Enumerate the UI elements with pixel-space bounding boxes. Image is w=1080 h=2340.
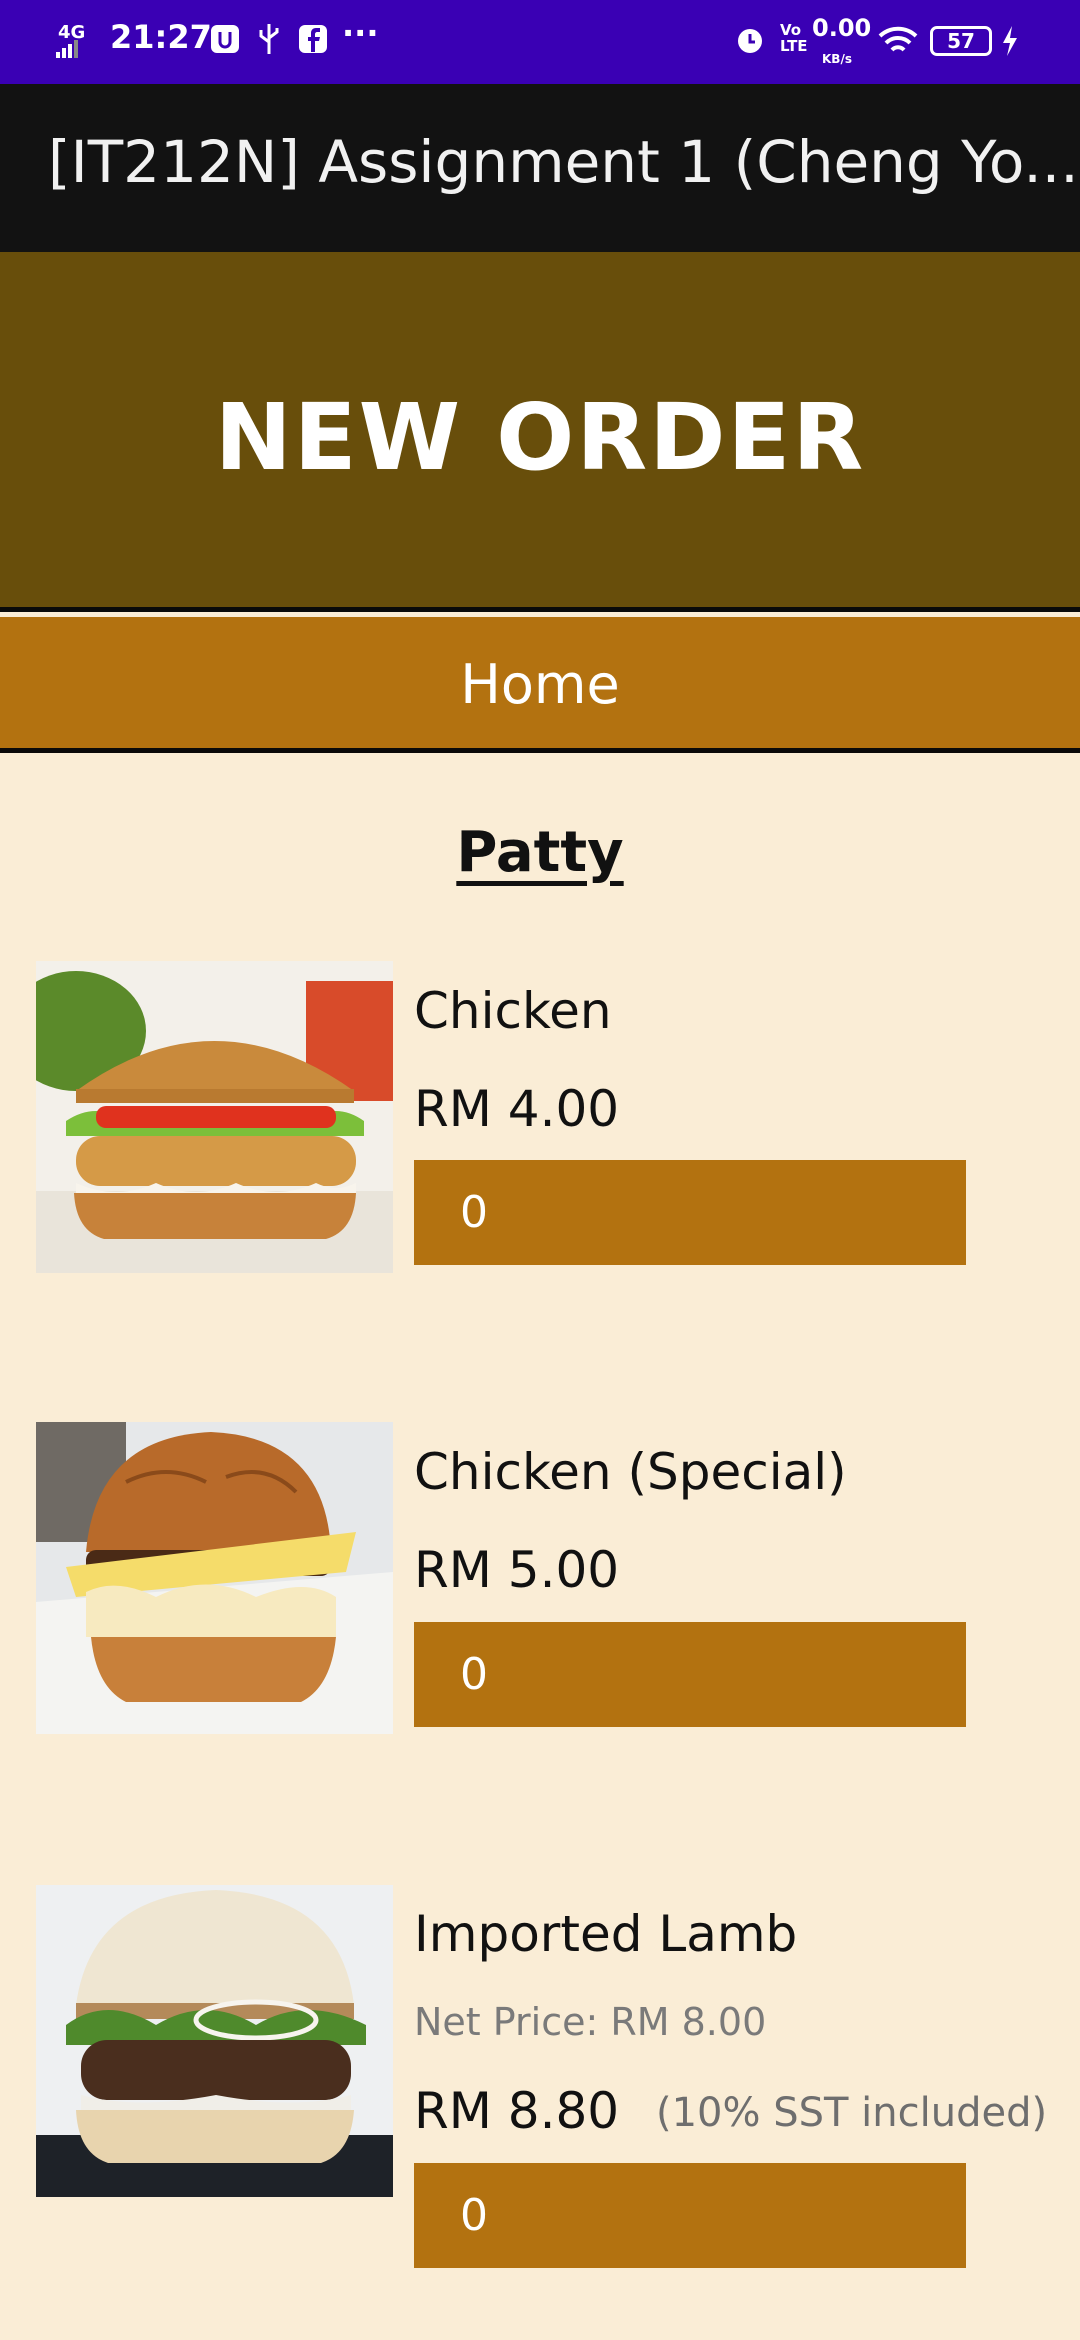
item-price: RM 4.00 — [414, 1080, 620, 1138]
usb-settings-icon — [211, 25, 239, 53]
alarm-icon — [738, 29, 762, 53]
item-price: RM 5.00 — [414, 1541, 620, 1599]
item-price: RM 8.80 — [414, 2082, 620, 2140]
home-link[interactable]: Home — [0, 653, 1080, 716]
app-bar: [IT212N] Assignment 1 (Cheng Yo... — [0, 84, 1080, 252]
wifi-icon — [878, 26, 918, 52]
chicken-burger-image — [36, 961, 393, 1273]
burger-illustration — [36, 1422, 393, 1734]
lamb-burger-image — [36, 1885, 393, 2197]
battery-icon: 57 — [930, 26, 992, 56]
usb-icon — [259, 24, 279, 54]
nav-bar: Home — [0, 617, 1080, 753]
data-rate-unit: KB/s — [822, 52, 852, 66]
sst-note: (10% SST included) — [656, 2090, 1048, 2136]
volte-indicator: Vo LTE — [780, 21, 808, 55]
status-bar: 4G 21:27 ··· Vo LTE 0.00 KB/s 57 — [0, 0, 1080, 84]
section-title: Patty — [456, 820, 624, 885]
quantity-input[interactable] — [414, 2163, 966, 2268]
item-name: Imported Lamb — [414, 1905, 798, 1963]
quantity-input[interactable] — [414, 1622, 966, 1727]
page-header: NEW ORDER — [0, 252, 1080, 612]
clock: 21:27 — [110, 18, 212, 56]
app-title: [IT212N] Assignment 1 (Cheng Yo... — [48, 128, 1079, 196]
chicken-special-burger-image — [36, 1422, 393, 1734]
more-notifications-icon: ··· — [342, 14, 379, 52]
signal-icon — [56, 40, 78, 58]
item-name: Chicken — [414, 982, 612, 1040]
charging-icon — [1003, 26, 1017, 56]
facebook-icon — [299, 25, 327, 53]
quantity-input[interactable] — [414, 1160, 966, 1265]
page-title: NEW ORDER — [214, 384, 866, 491]
data-rate: 0.00 — [812, 14, 872, 42]
burger-illustration — [36, 961, 393, 1273]
battery-level: 57 — [947, 29, 975, 53]
item-net-price: Net Price: RM 8.00 — [414, 2000, 767, 2044]
burger-illustration — [36, 1885, 393, 2197]
item-name: Chicken (Special) — [414, 1443, 847, 1501]
